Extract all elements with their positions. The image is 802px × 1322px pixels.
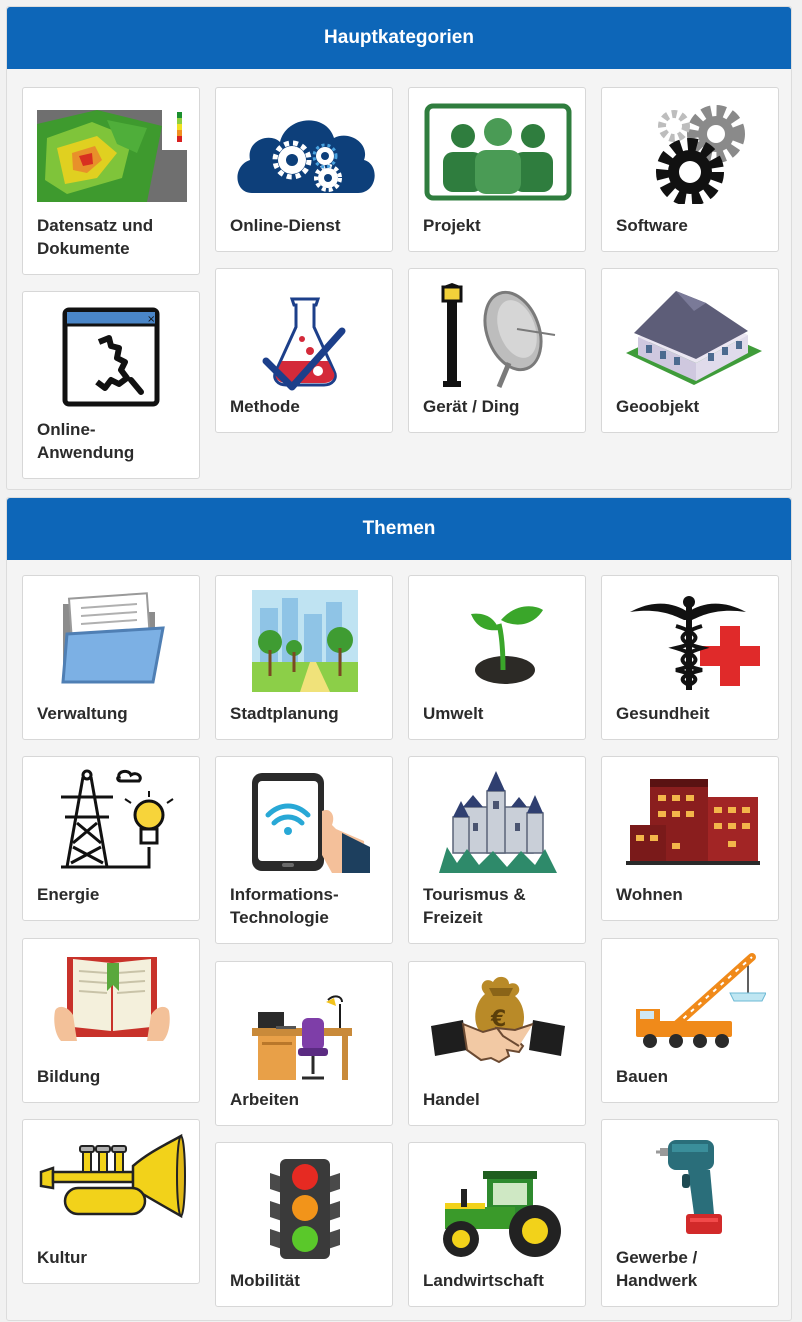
theme-label-construction: Bauen — [616, 1067, 668, 1086]
theme-label-work: Arbeiten — [230, 1090, 299, 1109]
category-label-device: Gerät / Ding — [423, 397, 520, 416]
theme-tile-tourism[interactable]: Tourismus & Freizeit — [408, 756, 586, 944]
theme-label-culture: Kultur — [37, 1248, 88, 1267]
theme-tile-urban-planning[interactable]: Stadtplanung — [215, 575, 393, 740]
apartment-buildings-icon — [626, 779, 760, 865]
category-tile-online-service[interactable]: Online-Dienst — [215, 87, 393, 252]
category-tile-project[interactable]: Projekt — [408, 87, 586, 252]
theme-tile-housing[interactable]: Wohnen — [601, 756, 779, 921]
crane-icon — [636, 953, 766, 1048]
category-tile-method[interactable]: Methode — [215, 268, 393, 433]
caduceus-cross-icon — [630, 596, 760, 690]
category-label-online-service: Online-Dienst — [230, 216, 341, 235]
theme-tile-it[interactable]: Informations-Technologie — [215, 756, 393, 944]
theme-tile-agriculture[interactable]: Landwirtschaft — [408, 1142, 586, 1307]
theme-tile-crafts[interactable]: Gewerbe / Handwerk — [601, 1119, 779, 1307]
flask-icon — [262, 297, 346, 391]
theme-label-agriculture: Landwirtschaft — [423, 1271, 544, 1290]
category-label-geo-object: Geoobjekt — [616, 397, 700, 416]
category-tile-software[interactable]: Software — [601, 87, 779, 252]
theme-label-mobility: Mobilität — [230, 1271, 300, 1290]
castle-icon — [439, 771, 557, 873]
cloud-gears-icon — [237, 120, 375, 193]
main-categories-header: Hauptkategorien — [7, 7, 791, 69]
theme-tile-construction[interactable]: Bauen — [601, 938, 779, 1103]
category-label-software: Software — [616, 216, 688, 235]
handshake-money-icon: € — [431, 976, 565, 1064]
tablet-wifi-icon — [252, 773, 370, 873]
lamp-satellite-icon — [441, 283, 556, 388]
theme-label-energy: Energie — [37, 885, 100, 904]
theme-tile-energy[interactable]: Energie — [22, 756, 200, 921]
theme-tile-administration[interactable]: Verwaltung — [22, 575, 200, 740]
main-categories-panel: Hauptkategorien Datensatz und Dokumente — [6, 6, 792, 490]
theme-tile-trade[interactable]: € Handel — [408, 961, 586, 1126]
category-tile-online-app[interactable]: × Online-Anwendung — [22, 291, 200, 479]
category-label-method: Methode — [230, 397, 300, 416]
sprout-icon — [471, 606, 543, 684]
theme-label-crafts: Gewerbe / Handwerk — [616, 1248, 698, 1290]
tractor-icon — [443, 1171, 561, 1257]
theme-label-health: Gesundheit — [616, 704, 710, 723]
themes-header: Themen — [7, 498, 791, 560]
category-tile-geo-object[interactable]: Geoobjekt — [601, 268, 779, 433]
power-tower-bulb-icon — [61, 769, 174, 869]
open-book-icon — [54, 957, 170, 1041]
folder-icon — [61, 592, 165, 684]
category-tile-dataset[interactable]: Datensatz und Dokumente — [22, 87, 200, 275]
theme-tile-culture[interactable]: Kultur — [22, 1119, 200, 1284]
main-categories-title: Hauptkategorien — [324, 27, 474, 48]
category-label-online-app: Online-Anwendung — [37, 420, 135, 462]
theme-tile-education[interactable]: Bildung — [22, 938, 200, 1103]
svg-text:×: × — [147, 314, 155, 325]
theme-label-administration: Verwaltung — [37, 704, 128, 723]
drill-icon — [656, 1140, 722, 1234]
theme-label-it: Informations-Technologie — [230, 885, 339, 927]
gears-icon — [656, 105, 745, 204]
theme-tile-work[interactable]: Arbeiten — [215, 961, 393, 1126]
theme-label-housing: Wohnen — [616, 885, 683, 904]
category-label-dataset: Datensatz und Dokumente — [37, 216, 154, 258]
category-label-project: Projekt — [423, 216, 481, 235]
city-park-icon — [252, 590, 358, 692]
theme-tile-environment[interactable]: Umwelt — [408, 575, 586, 740]
theme-label-urban-planning: Stadtplanung — [230, 704, 339, 723]
trumpet-icon — [39, 1133, 186, 1219]
theme-label-environment: Umwelt — [423, 704, 484, 723]
desk-icon — [252, 995, 352, 1080]
theme-label-tourism: Tourismus & Freizeit — [423, 885, 526, 927]
app-window-icon: × — [62, 307, 160, 407]
theme-tile-mobility[interactable]: Mobilität — [215, 1142, 393, 1307]
theme-label-education: Bildung — [37, 1067, 101, 1086]
theme-tile-health[interactable]: Gesundheit — [601, 575, 779, 740]
themes-panel: Themen Verwaltung Stadtplanung Umwelt Ge… — [6, 497, 792, 1321]
traffic-light-icon — [270, 1159, 340, 1259]
theme-label-trade: Handel — [423, 1090, 480, 1109]
themes-title: Themen — [362, 518, 436, 539]
category-tile-device[interactable]: Gerät / Ding — [408, 268, 586, 433]
dataset-map-icon — [37, 110, 187, 202]
building-icon — [626, 291, 762, 385]
team-icon — [424, 103, 572, 201]
